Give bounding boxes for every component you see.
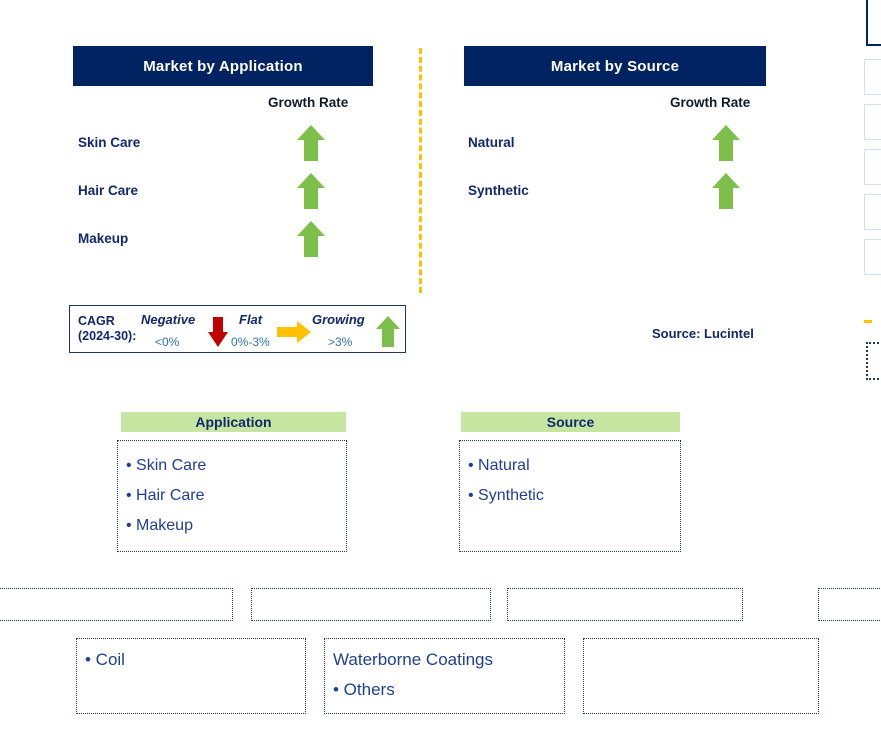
clipped-card-frame-top-left: [0, 588, 233, 621]
list-item: • Makeup: [126, 517, 193, 534]
clipped-card-frame-top-far-right: [818, 588, 881, 621]
arrow-up-icon: [711, 123, 741, 163]
clipped-card-frame-top-right: [507, 588, 743, 621]
arrow-up-icon: [711, 171, 741, 211]
edge-artifact-light-box-2: [864, 104, 881, 140]
cagr-legend-title-line2: (2024-30):: [78, 329, 137, 343]
vertical-divider: [419, 48, 422, 293]
growth-rate-label-source: Growth Rate: [670, 95, 751, 110]
cagr-legend-word-negative: Negative: [141, 312, 196, 327]
list-item: • Natural: [468, 457, 530, 474]
panel-title: Market by Application: [143, 57, 303, 75]
segment-card-body-application: • Skin Care • Hair Care • Makeup: [117, 440, 347, 552]
row-label-synthetic: Synthetic: [468, 183, 529, 198]
segment-card-heading-text: Source: [546, 414, 595, 430]
segment-card-heading-application: Application: [121, 412, 346, 432]
cagr-legend-word-flat: Flat: [239, 312, 263, 327]
cagr-legend-range-negative: <0%: [155, 335, 180, 349]
segment-card-heading-text: Application: [195, 414, 272, 430]
edge-artifact-light-box-5: [864, 239, 881, 275]
arrow-up-icon: [375, 314, 401, 349]
cagr-legend-title: CAGR (2024-30):: [78, 314, 136, 344]
list-item: • Hair Care: [126, 487, 205, 504]
cagr-legend-range-growing: >3%: [328, 335, 353, 349]
clipped-card-frame-top-middle: [251, 588, 491, 621]
arrow-up-icon: [296, 123, 326, 163]
edge-artifact-dotted-box: [866, 342, 881, 380]
cagr-legend: CAGR (2024-30): Negative <0% Flat 0%-3% …: [69, 305, 406, 353]
list-item: • Coil: [85, 650, 125, 669]
row-label-skin-care: Skin Care: [78, 135, 141, 150]
clipped-card-coil: • Coil: [76, 638, 306, 714]
panel-title: Market by Source: [550, 57, 680, 75]
arrow-right-icon: [275, 320, 313, 344]
arrow-up-icon: [296, 219, 326, 259]
row-label-natural: Natural: [468, 135, 515, 150]
edge-artifact-orange-dash: [864, 320, 872, 323]
cagr-legend-title-line1: CAGR: [78, 314, 115, 328]
source-note: Source: Lucintel: [652, 326, 754, 341]
edge-artifact-light-box-3: [864, 149, 881, 185]
panel-banner-application: Market by Application: [73, 46, 373, 86]
arrow-down-icon: [207, 315, 229, 349]
list-item: Waterborne Coatings: [333, 650, 494, 669]
growth-rate-label-application: Growth Rate: [268, 95, 349, 110]
panel-banner-source: Market by Source: [464, 46, 766, 86]
segment-card-body-source: • Natural • Synthetic: [459, 440, 681, 552]
row-label-hair-care: Hair Care: [78, 183, 139, 198]
list-item: • Others: [333, 680, 395, 699]
edge-artifact-navy-box: [866, 0, 881, 46]
edge-artifact-light-box-4: [864, 194, 881, 230]
segment-card-heading-source: Source: [461, 412, 680, 432]
cagr-legend-word-growing: Growing: [312, 312, 365, 327]
edge-artifact-light-box-1: [864, 59, 881, 95]
cagr-legend-range-flat: 0%-3%: [231, 335, 270, 349]
list-item: • Skin Care: [126, 457, 207, 474]
clipped-card-waterborne: Waterborne Coatings • Others: [324, 638, 565, 714]
arrow-up-icon: [296, 171, 326, 211]
row-label-makeup: Makeup: [78, 231, 129, 246]
list-item: • Synthetic: [468, 487, 544, 504]
clipped-card-empty: [583, 638, 819, 714]
